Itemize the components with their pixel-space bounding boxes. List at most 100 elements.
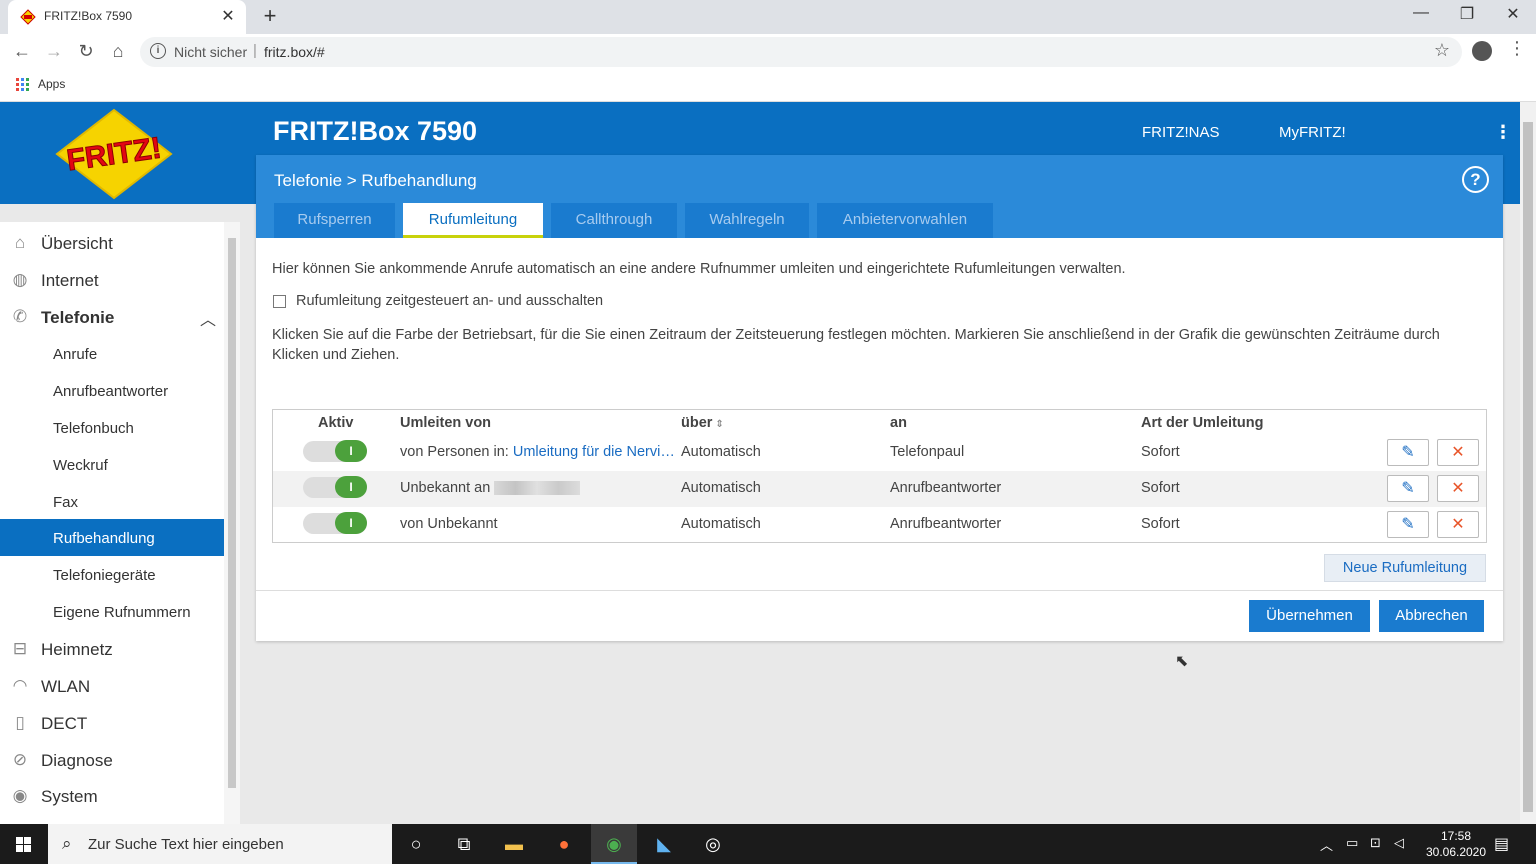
- sidebar-item-label: Heimnetz: [41, 640, 113, 659]
- reload-icon[interactable]: ↻: [74, 41, 98, 63]
- breadcrumb[interactable]: Telefonie > Rufbehandlung: [274, 171, 477, 191]
- sidebar-item-anrufe[interactable]: Anrufe: [0, 335, 224, 372]
- sidebar-item-uebersicht[interactable]: ⌂ Übersicht: [0, 224, 224, 261]
- task-view-icon[interactable]: ⧉: [441, 824, 487, 864]
- sidebar-item-label: WLAN: [41, 677, 91, 696]
- chrome-menu-icon[interactable]: ⋮: [1508, 38, 1526, 59]
- tab-rufumleitung[interactable]: Rufumleitung: [403, 203, 543, 238]
- chevron-up-icon[interactable]: ︿: [200, 306, 216, 330]
- home-button-icon[interactable]: ⌂: [106, 41, 130, 63]
- taskbar-search[interactable]: ⌕ Zur Suche Text hier eingeben: [48, 824, 392, 864]
- active-toggle[interactable]: I: [303, 440, 367, 462]
- new-tab-button[interactable]: +: [258, 3, 282, 29]
- cortana-icon[interactable]: ○: [393, 824, 439, 864]
- url-text[interactable]: fritz.box/#: [264, 44, 325, 60]
- sidebar-item-weckruf[interactable]: Weckruf: [0, 446, 224, 483]
- fritz-logo[interactable]: FRITZ!: [55, 108, 173, 200]
- restore-icon[interactable]: ❐: [1444, 4, 1490, 24]
- tab-wahlregeln[interactable]: Wahlregeln: [685, 203, 809, 238]
- sidebar-item-telefonie[interactable]: ✆ Telefonie ︿: [0, 298, 224, 335]
- timed-forwarding-label[interactable]: Rufumleitung zeitgesteuert an- und aussc…: [296, 293, 603, 309]
- forward-icon[interactable]: →: [42, 41, 66, 63]
- sidebar-scroll-thumb[interactable]: [228, 238, 236, 788]
- sidebar-item-telefonbuch[interactable]: Telefonbuch: [0, 409, 224, 446]
- tab-callthrough[interactable]: Callthrough: [551, 203, 677, 238]
- cell-via: Automatisch: [681, 444, 761, 460]
- sidebar-item-dect[interactable]: ▯ DECT: [0, 704, 224, 741]
- sidebar-item-label: Telefonbuch: [53, 420, 134, 437]
- timed-forwarding-checkbox[interactable]: [273, 295, 286, 308]
- apply-button[interactable]: Übernehmen: [1249, 600, 1370, 632]
- sidebar-item-system[interactable]: ◉ System: [0, 777, 224, 814]
- page-scrollbar[interactable]: [1520, 102, 1536, 824]
- page-scroll-thumb[interactable]: [1523, 122, 1533, 812]
- tab-rufsperren[interactable]: Rufsperren: [274, 203, 395, 238]
- delete-icon[interactable]: ✕: [1437, 475, 1479, 502]
- sidebar-item-heimnetz[interactable]: ⊟ Heimnetz: [0, 630, 224, 667]
- sidebar-item-diagnose[interactable]: ⊘ Diagnose: [0, 741, 224, 778]
- profile-avatar-icon[interactable]: [1472, 41, 1492, 61]
- cell-type: Sofort: [1141, 516, 1180, 532]
- sidebar-item-wlan[interactable]: ◠ WLAN: [0, 667, 224, 704]
- sidebar-item-label: Internet: [41, 271, 99, 290]
- network-tray-icon[interactable]: ⊡: [1370, 835, 1381, 851]
- group-link[interactable]: Umleitung für die Nervi…: [513, 444, 675, 460]
- sidebar-item-eigene-rufnummern[interactable]: Eigene Rufnummern: [0, 593, 224, 630]
- omnibox[interactable]: i Nicht sicher | fritz.box/# ☆: [140, 37, 1462, 67]
- sidebar-item-anrufbeantworter[interactable]: Anrufbeantworter: [0, 372, 224, 409]
- tray-chevron-icon[interactable]: ︿: [1320, 835, 1333, 854]
- sidebar-item-telefoniegeraete[interactable]: Telefoniegeräte: [0, 556, 224, 593]
- apps-grid-icon[interactable]: [16, 78, 29, 91]
- browser-tab[interactable]: FRITZ!Box 7590 ✕: [8, 0, 246, 34]
- cancel-button[interactable]: Abbrechen: [1379, 600, 1484, 632]
- column-header-an: an: [890, 415, 907, 431]
- active-toggle[interactable]: I: [303, 476, 367, 498]
- omnibox-separator: |: [253, 42, 257, 59]
- back-icon[interactable]: ←: [10, 41, 34, 63]
- sidebar-item-label: Anrufe: [53, 346, 98, 363]
- header-menu-icon[interactable]: ⋮: [1494, 122, 1512, 143]
- cell-to: Anrufbeantworter: [890, 480, 1002, 496]
- minimize-icon[interactable]: —: [1398, 4, 1444, 22]
- bookmark-star-icon[interactable]: ☆: [1434, 40, 1450, 61]
- tab-title: FRITZ!Box 7590: [44, 9, 133, 23]
- edit-icon[interactable]: ✎: [1387, 475, 1429, 502]
- window-close-icon[interactable]: ✕: [1490, 4, 1536, 24]
- security-label[interactable]: Nicht sicher: [174, 44, 247, 60]
- start-button[interactable]: [0, 824, 48, 864]
- edit-icon[interactable]: ✎: [1387, 511, 1429, 538]
- active-toggle[interactable]: I: [303, 512, 367, 534]
- camera-app-icon[interactable]: ◎: [690, 824, 736, 864]
- cell-type: Sofort: [1141, 480, 1180, 496]
- sort-icon[interactable]: ⇕: [715, 419, 723, 430]
- file-explorer-icon[interactable]: ▬: [491, 824, 537, 864]
- column-header-ueber[interactable]: über ⇕: [681, 415, 724, 431]
- tab-anbietervorwahlen[interactable]: Anbietervorwahlen: [817, 203, 993, 238]
- battery-icon[interactable]: ▭: [1346, 835, 1358, 851]
- help-icon[interactable]: ?: [1462, 166, 1489, 193]
- firefox-icon[interactable]: ●: [541, 824, 587, 864]
- tab-close-icon[interactable]: ✕: [218, 6, 238, 26]
- table-row: I von Unbekannt Automatisch Anrufbeantwo…: [273, 507, 1486, 543]
- delete-icon[interactable]: ✕: [1437, 511, 1479, 538]
- chrome-icon[interactable]: ◉: [591, 824, 637, 864]
- cell-from: von Unbekannt: [400, 516, 498, 532]
- myfritz-link[interactable]: MyFRITZ!: [1279, 124, 1346, 141]
- info-icon[interactable]: i: [150, 43, 166, 59]
- apps-bookmark[interactable]: Apps: [38, 77, 65, 91]
- edit-icon[interactable]: ✎: [1387, 439, 1429, 466]
- notification-icon[interactable]: ▤: [1494, 834, 1509, 854]
- sidebar-scrollbar[interactable]: [224, 222, 240, 824]
- sidebar-item-internet[interactable]: ◍ Internet: [0, 261, 224, 298]
- network-icon: ⊟: [12, 639, 28, 658]
- sidebar-item-rufbehandlung[interactable]: Rufbehandlung: [0, 519, 224, 556]
- sidebar-item-fax[interactable]: Fax: [0, 483, 224, 520]
- app-icon[interactable]: ◣: [641, 824, 687, 864]
- taskbar-clock[interactable]: 17:58 30.06.2020: [1418, 828, 1494, 860]
- delete-icon[interactable]: ✕: [1437, 439, 1479, 466]
- page-viewport: FRITZ! FRITZ!Box 7590 FRITZ!NAS MyFRITZ!…: [0, 102, 1520, 824]
- column-header-umleiten-von: Umleiten von: [400, 415, 492, 431]
- volume-icon[interactable]: ◁: [1394, 835, 1404, 851]
- fritznas-link[interactable]: FRITZ!NAS: [1142, 124, 1220, 141]
- new-forwarding-button[interactable]: Neue Rufumleitung: [1324, 554, 1486, 582]
